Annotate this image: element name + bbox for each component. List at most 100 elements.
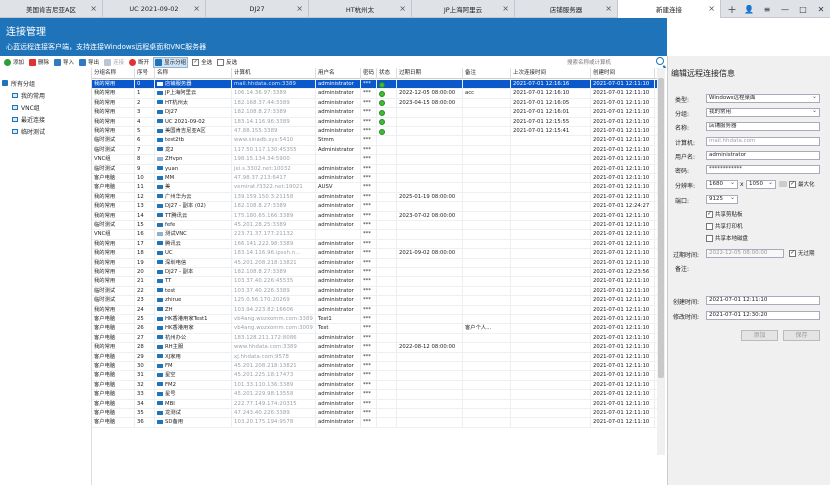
column-header[interactable]: 过期日期 <box>397 68 463 79</box>
column-header[interactable]: 创建时间 <box>591 68 655 79</box>
table-row[interactable]: VNC组 16 测试VNC 223.71.37.177:21132 *** 2021-07… <box>92 230 662 240</box>
table-row[interactable]: 我的常用 17 腾讯云 166.141.222.98:3389 administrato… <box>92 239 662 250</box>
tree-item-temp-test[interactable]: 临时测试 <box>12 126 45 136</box>
table-row[interactable]: 我的常用 1 JP上海阿里云 106.14.36.97:3389 administrat… <box>92 89 662 99</box>
tree-item-recent[interactable]: 最近连接 <box>12 114 45 124</box>
column-header[interactable]: 用户名 <box>316 68 361 79</box>
scrollbar-thumb[interactable] <box>658 78 664 378</box>
table-row[interactable]: 客户电脑 35 龙测试 47.243.40.226:3389 administrator… <box>92 409 662 419</box>
table-row[interactable]: 客户电脑 26 HK香港用家 vb4ang.wozxomm.com:3009 Test *… <box>92 324 662 334</box>
tab-1[interactable]: UC 2021-09-02 × <box>103 0 206 18</box>
resolution-height-select[interactable]: 1050 <box>746 180 776 189</box>
tab-close-icon[interactable]: × <box>708 4 715 13</box>
tab-4[interactable]: JP上海阿里云 × <box>412 0 515 18</box>
table-row[interactable]: 客户电脑 33 星号 45.201.229.98:13558 administrator… <box>92 390 662 400</box>
export-button[interactable]: 导出 <box>78 57 100 68</box>
column-header[interactable]: 名称 <box>155 68 232 79</box>
table-row[interactable]: 我的常用 5 美国肯吉尼亚A区 47.88.155.3389 administrator… <box>92 127 662 137</box>
password-field[interactable]: ************ <box>706 165 820 174</box>
show-group-button[interactable]: 显示分组 <box>153 56 189 68</box>
column-header[interactable]: 序号 <box>135 68 155 79</box>
port-field[interactable]: 9125 <box>706 195 738 204</box>
note-field[interactable] <box>706 262 820 292</box>
no-expire-checkbox[interactable]: ✓ 无过期 <box>789 249 815 257</box>
tab-close-icon[interactable]: × <box>296 4 303 13</box>
tab-3[interactable]: HT杭州太 × <box>309 0 412 18</box>
share-clipboard-checkbox[interactable]: ✓ 共享剪贴板 <box>706 210 743 218</box>
table-row[interactable]: 我的常用 20 DJ27 - 副本 182.108.8.27:3389 administ… <box>92 268 662 278</box>
table-row[interactable]: 临时测试 9 yuan jei.s.3302.net:10032 administrat… <box>92 164 662 174</box>
disconnect-button[interactable]: 断开 <box>128 57 150 68</box>
maximize-checkbox[interactable]: ✓ 最大化 <box>789 180 815 188</box>
table-row[interactable]: 我的常用 28 RH主服 www.hhdata.com:3389 administrat… <box>92 343 662 353</box>
table-row[interactable]: 客户电脑 34 MBI 222.77.149.174:20315 administrat… <box>92 399 662 409</box>
table-row[interactable]: 临时测试 15 fefe 45.201.28.25:3389 administrator… <box>92 221 662 231</box>
table-row[interactable]: VNC组 8 ZHvpn 198.15.134.34:5900 *** 2021-07-0… <box>92 155 662 165</box>
tree-item-vnc[interactable]: VNC组 <box>12 102 40 112</box>
tab-close-icon[interactable]: × <box>193 4 200 13</box>
table-row[interactable]: 我的常用 21 TT 103.37.40.226:45535 administrator… <box>92 277 662 287</box>
table-row[interactable]: 客户电脑 11 美 vemirat.f3322.net:19021 AUSV *** 202… <box>92 183 662 193</box>
table-row[interactable]: 客户电脑 31 星空 45.201.225.18:17473 administrator… <box>92 371 662 381</box>
column-header[interactable]: 上次连接时间 <box>511 68 591 79</box>
table-row[interactable]: 我的常用 24 ZH 103.94.223.82:16606 administrator… <box>92 305 662 315</box>
table-row[interactable]: 我的常用 4 UC 2021-09-02 183.14.116.96:3389 admi… <box>92 117 662 127</box>
share-printer-checkbox[interactable]: 共享打印机 <box>706 222 743 230</box>
menu-icon[interactable]: ≡ <box>758 0 776 18</box>
connect-button[interactable]: 连接 <box>103 57 125 68</box>
table-row[interactable]: 我的常用 19 深圳电信 45.201.208.218:13821 administra… <box>92 258 662 268</box>
add-connection-button[interactable]: 添加 <box>741 330 778 341</box>
maximize-button[interactable]: □ <box>794 0 812 18</box>
table-row[interactable]: 客户电脑 29 XJ家用 xj.hhdata.com:9578 administrato… <box>92 352 662 362</box>
table-row[interactable]: 临时测试 7 龙2 117.50.117.130:45355 Administrator… <box>92 145 662 156</box>
username-field[interactable]: administrator <box>706 151 820 160</box>
table-row[interactable]: 客户电脑 25 HK香港用家Test1 vb4ang.wozxomm.com:3389… <box>92 315 662 325</box>
tab-close-icon[interactable]: × <box>502 4 509 13</box>
save-button[interactable]: 保存 <box>783 330 820 341</box>
tree-root[interactable]: 所有分组 <box>2 78 35 88</box>
table-row[interactable]: 客户电脑 27 杭州办公 183.128.211.172:8086 administra… <box>92 333 662 344</box>
search-input[interactable]: 搜索名称或计算机 <box>567 58 611 66</box>
expire-field[interactable]: 2022-12-05 08:00:00 <box>706 249 784 258</box>
vertical-scrollbar[interactable] <box>657 68 665 455</box>
table-row[interactable]: 我的常用 2 HT杭州太 182.168.37.44:3389 administrato… <box>92 98 662 109</box>
search-icon[interactable] <box>656 57 664 65</box>
table-row[interactable]: 我的常用 14 TT腾讯云 175.180.65.166:3389 administra… <box>92 211 662 221</box>
column-header[interactable]: 计算机 <box>232 68 316 79</box>
computer-field[interactable]: mail.hhdata.com <box>706 137 820 146</box>
type-select[interactable]: Windows远程桌面 <box>706 94 820 103</box>
tab-2[interactable]: DJ27 × <box>206 0 309 18</box>
user-icon[interactable]: 👤 <box>740 0 758 18</box>
invert-selection-checkbox[interactable]: 反选 <box>216 57 238 68</box>
table-row[interactable]: 临时测试 23 zhirue 125.0.56.170:20269 administra… <box>92 296 662 306</box>
tab-close-icon[interactable]: × <box>605 4 612 13</box>
share-disk-checkbox[interactable]: 共享本地磁盘 <box>706 234 748 242</box>
table-row[interactable]: 临时测试 22 test 103.37.40.226:3389 administrato… <box>92 286 662 297</box>
table-row[interactable]: 我的常用 12 广州华为云 139.159.150.3:21158 administra… <box>92 192 662 203</box>
add-button[interactable]: 添加 <box>3 57 25 68</box>
minimize-button[interactable]: — <box>776 0 794 18</box>
tab-close-icon[interactable]: × <box>399 4 406 13</box>
delete-button[interactable]: 删除 <box>28 57 50 68</box>
resolution-width-select[interactable]: 1680 <box>706 180 738 189</box>
table-row[interactable]: 客户电脑 36 SD备用 103.20.175.194:9578 administrat… <box>92 418 662 428</box>
table-row[interactable]: 客户电脑 30 FM 45.201.208.218:13821 administrato… <box>92 362 662 372</box>
select-all-checkbox[interactable]: ✓ 全选 <box>191 57 213 68</box>
close-button[interactable]: ✕ <box>812 0 830 18</box>
tab-close-icon[interactable]: × <box>90 4 97 13</box>
table-row[interactable]: 我的常用 18 UC 183.14.116.96.ipssh.n... administ… <box>92 249 662 259</box>
table-row[interactable]: 临时测试 6 test2tb www.sinadb.sys:5410 Stmm *** 20… <box>92 136 662 146</box>
search-box[interactable]: 搜索名称或计算机 <box>567 56 667 68</box>
table-row[interactable]: 我的常用 3 DJ27 182.108.8.27:3389 administrator *… <box>92 108 662 118</box>
column-header[interactable]: 分组名称 <box>92 68 135 79</box>
table-row[interactable]: 客户电脑 10 MM 47.98.37.213:6417 administrator **… <box>92 174 662 184</box>
table-row[interactable]: 客户电脑 32 FM2 101.33.110.136:3389 administrato… <box>92 380 662 391</box>
tab-6[interactable]: 新建连接 × <box>618 0 721 18</box>
group-select[interactable]: 我的常用 <box>706 108 820 117</box>
name-field[interactable]: 店铺服务器 <box>706 122 820 131</box>
table-row[interactable]: 我的常用 13 DJ27 - 副本 (02) 182.108.8.27:3389 adm… <box>92 202 662 212</box>
column-header[interactable]: 备注 <box>463 68 511 79</box>
tab-5[interactable]: 店铺服务器 × <box>515 0 618 18</box>
column-header[interactable]: 密码 <box>361 68 377 79</box>
tree-item-my-favorites[interactable]: 我的常用 <box>12 90 45 100</box>
